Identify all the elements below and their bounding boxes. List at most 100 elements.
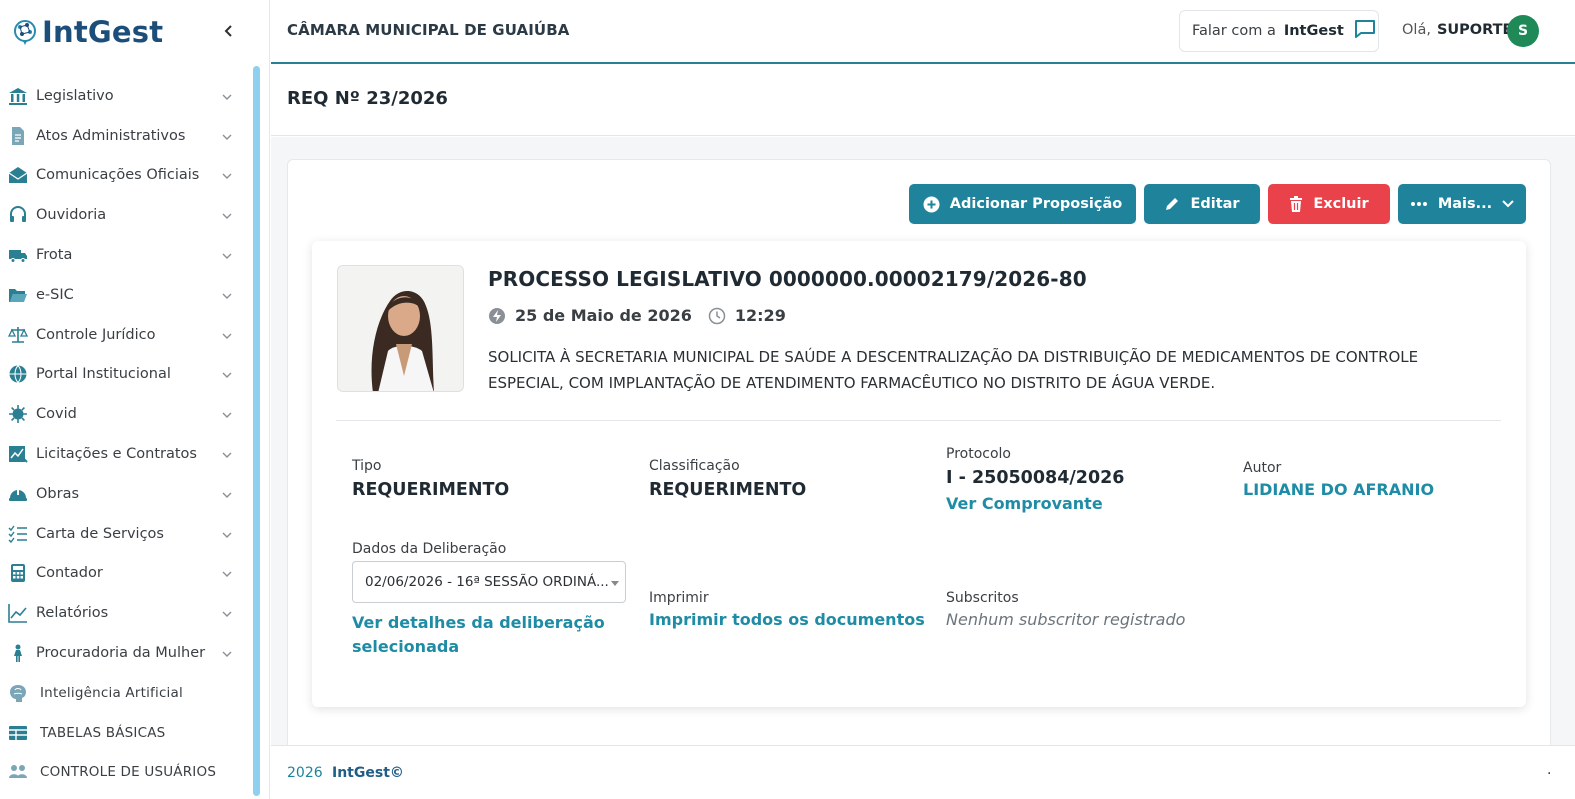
- sidebar-item-users[interactable]: CONTROLE DE USUÁRIOS: [0, 753, 250, 793]
- sidebar-item-checklist[interactable]: Carta de Serviços: [0, 514, 250, 554]
- talk-prefix: Falar com a: [1192, 23, 1276, 39]
- chevron-down-icon: [220, 129, 234, 143]
- edit-label: Editar: [1190, 196, 1240, 212]
- chevron-down-icon: [220, 248, 234, 262]
- sidebar-item-label: Atos Administrativos: [36, 127, 186, 144]
- virus-icon: [8, 404, 28, 424]
- sidebar-item-helmet[interactable]: Obras: [0, 474, 250, 514]
- deliberation-details-link[interactable]: Ver detalhes da deliberação selecionada: [352, 611, 622, 659]
- app-root: IntGest Legislativo Atos Administrativos C…: [0, 0, 1575, 799]
- footer: 2026 IntGest© .: [271, 745, 1575, 799]
- ellipsis-icon: [1410, 201, 1428, 207]
- delete-label: Excluir: [1313, 196, 1369, 212]
- sidebar-item-virus[interactable]: Covid: [0, 394, 250, 434]
- folder-open-icon: [8, 285, 28, 305]
- truck-icon: [8, 245, 28, 265]
- deliberation-select[interactable]: 02/06/2026 - 16ª SESSÃO ORDINÁ...: [352, 561, 626, 603]
- table-icon: [8, 723, 28, 743]
- woman-icon: [8, 643, 28, 663]
- deliberacao-label: Dados da Deliberação: [352, 541, 507, 557]
- sidebar-item-line-chart[interactable]: Relatórios: [0, 593, 250, 633]
- chevron-down-icon: [220, 328, 234, 342]
- process-meta: 25 de Maio de 2026 12:29: [488, 306, 786, 325]
- sidebar-item-document[interactable]: Atos Administrativos: [0, 116, 250, 156]
- process-title: PROCESSO LEGISLATIVO 0000000.00002179/20…: [488, 267, 1087, 291]
- talk-to-intgest-button[interactable]: Falar com a IntGest: [1179, 10, 1379, 52]
- page-header: REQ Nº 23/2026: [271, 66, 1575, 136]
- sidebar-item-calculator[interactable]: Contador: [0, 554, 250, 594]
- sidebar-item-headset[interactable]: Ouvidoria: [0, 195, 250, 235]
- checklist-icon: [8, 524, 28, 544]
- sidebar-item-bank[interactable]: Legislativo: [0, 76, 250, 116]
- talk-brand: IntGest: [1283, 23, 1344, 39]
- greeting: Olá, SUPORTE: [1402, 22, 1512, 38]
- add-proposition-label: Adicionar Proposição: [949, 196, 1123, 212]
- more-actions-label: Mais...: [1437, 196, 1493, 212]
- chevron-down-icon: [220, 208, 234, 222]
- author-link[interactable]: LIDIANE DO AFRANIO: [1243, 478, 1434, 502]
- print-all-documents-link[interactable]: Imprimir todos os documentos: [649, 608, 925, 632]
- sidebar-item-globe[interactable]: Portal Institucional: [0, 355, 250, 395]
- add-proposition-button[interactable]: Adicionar Proposição: [909, 184, 1136, 224]
- sidebar-item-label: Portal Institucional: [36, 366, 171, 383]
- organization-name: CÂMARA MUNICIPAL DE GUAIÚBA: [287, 21, 570, 39]
- sidebar-item-table[interactable]: TABELAS BÁSICAS: [0, 713, 250, 753]
- sidebar-item-label: Licitações e Contratos: [36, 446, 197, 463]
- sidebar-item-brain[interactable]: Inteligência Artificial: [0, 673, 250, 713]
- protocolo-label: Protocolo: [946, 446, 1011, 462]
- sidebar-item-label: Contador: [36, 565, 103, 582]
- more-actions-button[interactable]: Mais...: [1398, 184, 1526, 224]
- view-receipt-link[interactable]: Ver Comprovante: [946, 492, 1103, 516]
- edit-button[interactable]: Editar: [1144, 184, 1260, 224]
- sidebar-scrollbar[interactable]: [253, 66, 260, 796]
- chat-icon: [1354, 19, 1376, 43]
- logo-text: IntGest: [42, 15, 164, 49]
- process-summary: SOLICITA À SECRETARIA MUNICIPAL DE SAÚDE…: [488, 348, 1419, 392]
- sidebar-item-woman[interactable]: Procuradoria da Mulher: [0, 633, 250, 673]
- avatar[interactable]: S: [1507, 15, 1539, 47]
- sidebar-item-truck[interactable]: Frota: [0, 235, 250, 275]
- document-icon: [8, 126, 28, 146]
- process-date: 25 de Maio de 2026: [515, 306, 692, 325]
- helmet-icon: [8, 484, 28, 504]
- sidebar-item-chart-doc[interactable]: Licitações e Contratos: [0, 434, 250, 474]
- sidebar-item-label: e-SIC: [36, 286, 74, 303]
- subscritos-value: Nenhum subscritor registrado: [946, 610, 1186, 629]
- process-time: 12:29: [734, 306, 786, 325]
- protocolo-value: I - 25050084/2026: [946, 468, 1125, 488]
- chevron-down-icon: [220, 407, 234, 421]
- chevron-down-icon: [220, 646, 234, 660]
- classificacao-value: REQUERIMENTO: [649, 480, 807, 500]
- sidebar: IntGest Legislativo Atos Administrativos C…: [0, 0, 270, 799]
- collapse-sidebar-button[interactable]: [220, 22, 238, 40]
- chevron-down-icon: [220, 487, 234, 501]
- scales-icon: [8, 325, 28, 345]
- footer-dot: .: [1547, 762, 1552, 778]
- classificacao-label: Classificação: [649, 458, 740, 474]
- chevron-down-icon: [220, 447, 234, 461]
- sidebar-item-label: Inteligência Artificial: [40, 684, 183, 701]
- sidebar-item-scales[interactable]: Controle Jurídico: [0, 315, 250, 355]
- chevron-down-icon: [220, 89, 234, 103]
- deliberation-selected-value: 02/06/2026 - 16ª SESSÃO ORDINÁ...: [365, 574, 609, 590]
- greeting-text: Olá,: [1402, 22, 1431, 38]
- chevron-left-icon: [224, 25, 232, 37]
- pencil-icon: [1164, 196, 1180, 212]
- sidebar-item-label: Legislativo: [36, 87, 114, 104]
- chevron-down-icon: [220, 367, 234, 381]
- chevron-down-icon: [220, 288, 234, 302]
- sidebar-item-label: Procuradoria da Mulher: [36, 645, 206, 662]
- users-icon: [8, 762, 28, 782]
- sidebar-item-label: Comunicações Oficiais: [36, 167, 200, 184]
- mail-open-icon: [8, 165, 28, 185]
- author-photo: [337, 265, 464, 392]
- delete-button[interactable]: Excluir: [1268, 184, 1390, 224]
- topbar: CÂMARA MUNICIPAL DE GUAIÚBA Falar com a …: [271, 0, 1575, 64]
- headset-icon: [8, 205, 28, 225]
- sidebar-item-mail-open[interactable]: Comunicações Oficiais: [0, 156, 250, 196]
- trash-icon: [1289, 196, 1303, 212]
- sidebar-item-folder-open[interactable]: e-SIC: [0, 275, 250, 315]
- line-chart-icon: [8, 603, 28, 624]
- footer-year: 2026: [287, 765, 323, 781]
- bank-icon: [8, 86, 28, 106]
